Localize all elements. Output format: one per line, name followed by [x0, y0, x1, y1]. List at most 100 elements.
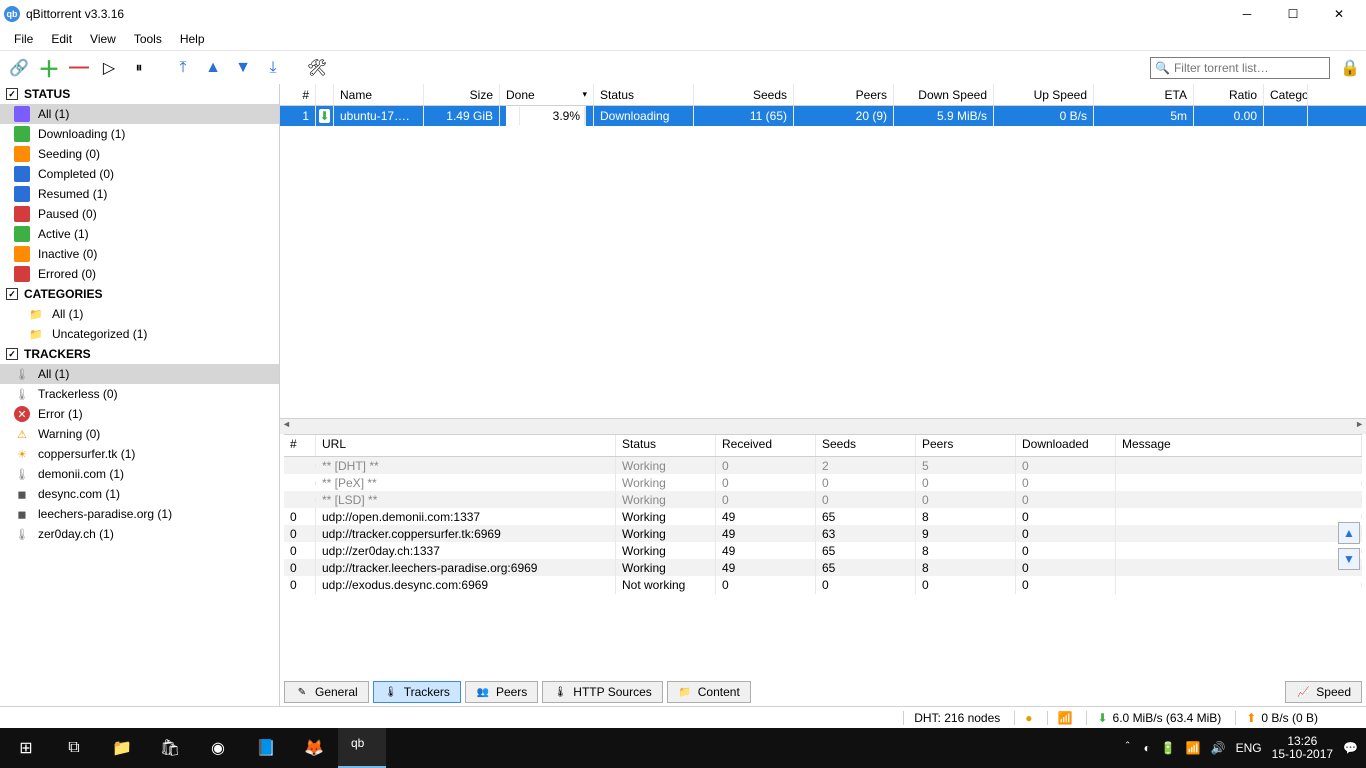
sidebar-status-item[interactable]: Seeding (0) — [0, 144, 279, 164]
col-status[interactable]: Status — [594, 84, 694, 105]
sidebar-status-item[interactable]: Paused (0) — [0, 204, 279, 224]
filter-box[interactable]: 🔍 — [1150, 57, 1330, 79]
col-num[interactable]: # — [280, 84, 316, 105]
tracker-row[interactable]: 0udp://exodus.desync.com:6969Not working… — [284, 576, 1362, 593]
sidebar-status-item[interactable]: Inactive (0) — [0, 244, 279, 264]
horizontal-scrollbar[interactable] — [280, 418, 1366, 434]
col-up-speed[interactable]: Up Speed — [994, 84, 1094, 105]
pause-button[interactable]: ⏸ — [126, 55, 152, 81]
firefox-button[interactable]: 🦊 — [290, 728, 338, 768]
add-torrent-button[interactable]: ＋ — [36, 55, 62, 81]
sidebar-status-item[interactable]: Resumed (1) — [0, 184, 279, 204]
tracker-row[interactable]: 0udp://zer0day.ch:1337Working496580 — [284, 542, 1362, 559]
tray-chevron-icon[interactable]: ＾ — [1122, 740, 1134, 757]
tray-battery-icon[interactable]: 🔋 — [1161, 741, 1176, 755]
tray-volume-icon[interactable]: 🔊 — [1211, 741, 1226, 755]
close-button[interactable]: ✕ — [1316, 0, 1362, 28]
tracker-row[interactable]: 0udp://open.demonii.com:1337Working49658… — [284, 508, 1362, 525]
col-seeds[interactable]: Seeds — [694, 84, 794, 105]
priority-up-button[interactable]: ▲ — [1338, 522, 1360, 544]
tracker-row[interactable]: ** [DHT] **Working0250 — [284, 457, 1362, 474]
tab-peers[interactable]: 👥Peers — [465, 681, 538, 703]
start-button[interactable]: ⊞ — [2, 728, 50, 768]
tracker-list[interactable]: ** [DHT] **Working0250** [PeX] **Working… — [284, 457, 1362, 678]
tray-qb-icon[interactable]: ◐ — [1144, 741, 1151, 755]
menu-view[interactable]: View — [82, 30, 124, 48]
sidebar: ✓STATUSAll (1)Downloading (1)Seeding (0)… — [0, 84, 280, 706]
disk-status: ● — [1014, 711, 1032, 725]
task-view-button[interactable]: ⧉ — [50, 728, 98, 768]
sidebar-tracker-item[interactable]: ✕Error (1) — [0, 404, 279, 424]
sidebar-tracker-item[interactable]: ☀coppersurfer.tk (1) — [0, 444, 279, 464]
col-ratio[interactable]: Ratio — [1194, 84, 1264, 105]
detail-tabs: ✎General🌡Trackers👥Peers🌡HTTP Sources📁Con… — [284, 678, 1362, 706]
col-size[interactable]: Size — [424, 84, 500, 105]
col-down-speed[interactable]: Down Speed — [894, 84, 994, 105]
sidebar-tracker-item[interactable]: 🌡demonii.com (1) — [0, 464, 279, 484]
menu-file[interactable]: File — [6, 30, 41, 48]
qbittorrent-task-button[interactable]: qb — [338, 728, 386, 768]
settings-button[interactable]: 🛠 — [304, 55, 330, 81]
tracker-row[interactable]: 0udp://tracker.leechers-paradise.org:696… — [284, 559, 1362, 576]
sidebar-tracker-item[interactable]: ⚠Warning (0) — [0, 424, 279, 444]
col-name[interactable]: Name — [334, 84, 424, 105]
move-bottom-button[interactable]: ⤓ — [260, 55, 286, 81]
col-peers[interactable]: Peers — [794, 84, 894, 105]
notes-button[interactable]: 📘 — [242, 728, 290, 768]
filter-input[interactable] — [1174, 61, 1329, 75]
tab-general[interactable]: ✎General — [284, 681, 369, 703]
tracker-row[interactable]: ** [PeX] **Working0000 — [284, 474, 1362, 491]
sidebar-status-item[interactable]: Downloading (1) — [0, 124, 279, 144]
sidebar-category-item[interactable]: 📁All (1) — [0, 304, 279, 324]
move-top-button[interactable]: ⤒ — [170, 55, 196, 81]
remove-button[interactable]: — — [66, 55, 92, 81]
tray-notifications-icon[interactable]: 💬 — [1343, 741, 1358, 755]
sidebar-tracker-item[interactable]: 🌡All (1) — [0, 364, 279, 384]
tracker-row[interactable]: 0udp://tracker.coppersurfer.tk:6969Worki… — [284, 525, 1362, 542]
sidebar-status-item[interactable]: Active (1) — [0, 224, 279, 244]
lock-icon[interactable]: 🔒 — [1340, 58, 1360, 78]
tray-lang[interactable]: ENG — [1236, 741, 1262, 755]
tracker-header[interactable]: # URL Status Received Seeds Peers Downlo… — [284, 435, 1362, 457]
taskbar[interactable]: ⊞ ⧉ 📁 🛍 ◉ 📘 🦊 qb ＾ ◐ 🔋 📶 🔊 ENG 13:2615-1… — [0, 728, 1366, 768]
tracker-row[interactable]: ** [LSD] **Working0000 — [284, 491, 1362, 508]
minimize-button[interactable]: ─ — [1224, 0, 1270, 28]
sidebar-status-item[interactable]: All (1) — [0, 104, 279, 124]
file-explorer-button[interactable]: 📁 — [98, 728, 146, 768]
upload-speed-status: ⬆0 B/s (0 B) — [1235, 711, 1318, 725]
tab-speed[interactable]: 📈Speed — [1285, 681, 1362, 703]
maximize-button[interactable]: ☐ — [1270, 0, 1316, 28]
priority-down-button[interactable]: ▼ — [1338, 548, 1360, 570]
sidebar-tracker-item[interactable]: ◼desync.com (1) — [0, 484, 279, 504]
col-done[interactable]: Done▾ — [500, 84, 594, 105]
col-category[interactable]: Catego — [1264, 84, 1308, 105]
sidebar-tracker-item[interactable]: ◼leechers-paradise.org (1) — [0, 504, 279, 524]
col-eta[interactable]: ETA — [1094, 84, 1194, 105]
tray-clock[interactable]: 13:2615-10-2017 — [1272, 735, 1333, 761]
menu-tools[interactable]: Tools — [126, 30, 170, 48]
store-button[interactable]: 🛍 — [146, 728, 194, 768]
torrent-row[interactable]: 1⬇ubuntu-17….1.49 GiB3.9%Downloading11 (… — [280, 106, 1366, 126]
chrome-button[interactable]: ◉ — [194, 728, 242, 768]
move-down-button[interactable]: ▼ — [230, 55, 256, 81]
menu-help[interactable]: Help — [172, 30, 213, 48]
tab-content[interactable]: 📁Content — [667, 681, 751, 703]
sidebar-header[interactable]: ✓STATUS — [0, 84, 279, 104]
tab-trackers[interactable]: 🌡Trackers — [373, 681, 461, 703]
sidebar-header[interactable]: ✓TRACKERS — [0, 344, 279, 364]
sidebar-tracker-item[interactable]: 🌡zer0day.ch (1) — [0, 524, 279, 544]
resume-button[interactable]: ▷ — [96, 55, 122, 81]
torrent-list[interactable]: 1⬇ubuntu-17….1.49 GiB3.9%Downloading11 (… — [280, 106, 1366, 418]
systray[interactable]: ＾ ◐ 🔋 📶 🔊 ENG 13:2615-10-2017 💬 — [1122, 735, 1364, 761]
sidebar-status-item[interactable]: Errored (0) — [0, 264, 279, 284]
menu-edit[interactable]: Edit — [43, 30, 80, 48]
sidebar-status-item[interactable]: Completed (0) — [0, 164, 279, 184]
tab-http-sources[interactable]: 🌡HTTP Sources — [542, 681, 662, 703]
add-link-button[interactable]: 🔗 — [6, 55, 32, 81]
tray-wifi-icon[interactable]: 📶 — [1186, 741, 1201, 755]
sidebar-tracker-item[interactable]: 🌡Trackerless (0) — [0, 384, 279, 404]
sidebar-header[interactable]: ✓CATEGORIES — [0, 284, 279, 304]
sidebar-category-item[interactable]: 📁Uncategorized (1) — [0, 324, 279, 344]
torrent-grid-header[interactable]: # Name Size Done▾ Status Seeds Peers Dow… — [280, 84, 1366, 106]
move-up-button[interactable]: ▲ — [200, 55, 226, 81]
